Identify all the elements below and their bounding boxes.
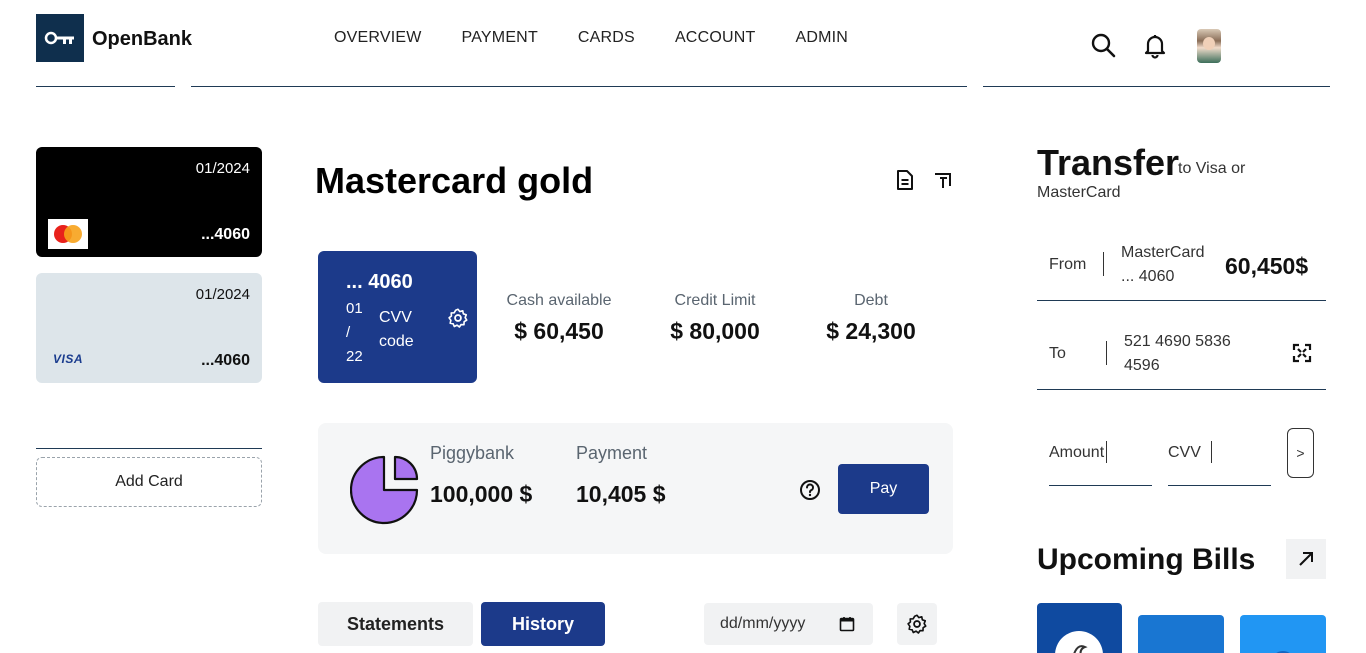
divider [1106, 341, 1107, 365]
pie-chart-icon [350, 455, 419, 525]
bill-logo-icon [1055, 631, 1103, 653]
avatar[interactable] [1197, 29, 1221, 63]
text-cursor [1211, 441, 1212, 463]
bill-card[interactable] [1138, 615, 1224, 653]
arrow-up-right-icon[interactable] [1286, 539, 1326, 579]
header-divider [36, 86, 175, 87]
scan-icon[interactable] [1292, 343, 1312, 368]
pay-button[interactable]: Pay [838, 464, 929, 514]
add-card-button[interactable]: Add Card [36, 457, 262, 507]
tab-history[interactable]: History [481, 602, 605, 646]
cvv-input[interactable]: CVV [1168, 444, 1201, 462]
stat-debt: Debt $ 24,300 [812, 292, 930, 345]
divider [36, 448, 262, 449]
bill-logo-icon [1276, 651, 1290, 653]
stat-label: Credit Limit [674, 292, 756, 309]
transfer-subtitle: to Visa or MasterCard [1037, 160, 1246, 201]
stat-label: Cash available [506, 292, 612, 309]
stat-value: $ 24,300 [826, 318, 916, 344]
date-input[interactable]: dd/mm/yyyy [704, 603, 873, 645]
amount-input[interactable]: Amount [1049, 444, 1104, 462]
tab-statements[interactable]: Statements [318, 602, 473, 646]
send-transfer-button[interactable]: > [1287, 428, 1314, 478]
search-icon[interactable] [1090, 32, 1116, 63]
calendar-icon[interactable] [839, 616, 855, 637]
divider [1037, 300, 1326, 301]
nav-account[interactable]: ACCOUNT [675, 29, 756, 47]
help-icon[interactable] [799, 479, 821, 506]
stat-value: $ 80,000 [670, 318, 760, 344]
card-cvv: CVV code [379, 309, 414, 350]
page-title: Mastercard gold [315, 160, 594, 201]
divider [1037, 389, 1326, 390]
card-number: ...4060 [201, 226, 250, 243]
app-name[interactable]: OpenBank [92, 28, 192, 51]
selected-card[interactable]: ... 4060 01 / 22 CVV code [318, 251, 477, 383]
settings-button[interactable] [897, 603, 937, 645]
expand-icon[interactable] [933, 170, 953, 190]
divider [1103, 252, 1104, 276]
card-mastercard[interactable]: 01/2024 ...4060 [36, 147, 262, 257]
gear-icon [907, 614, 927, 634]
date-placeholder: dd/mm/yyyy [720, 615, 806, 632]
mastercard-logo-icon [48, 219, 88, 249]
card-number: ... 4060 [346, 271, 413, 293]
nav-overview[interactable]: OVERVIEW [334, 29, 422, 47]
bills-title: Upcoming Bills [1037, 543, 1256, 576]
payment-label: Payment [576, 443, 648, 463]
nav-admin[interactable]: ADMIN [795, 29, 848, 47]
from-amount: 60,450$ [1225, 253, 1309, 279]
logo-icon[interactable] [36, 14, 84, 62]
text-cursor [1106, 441, 1107, 463]
to-label: To [1049, 345, 1066, 362]
visa-logo: VISA [53, 352, 84, 366]
card-expiry: 01 / 22 [346, 300, 363, 365]
card-visa[interactable]: 01/2024 VISA ...4060 [36, 273, 262, 383]
from-label: From [1049, 256, 1087, 273]
to-card-input[interactable]: 521 4690 5836 4596 [1124, 330, 1234, 378]
nav-payment[interactable]: PAYMENT [462, 29, 538, 47]
main-nav: OVERVIEW PAYMENT CARDS ACCOUNT ADMIN [334, 29, 848, 47]
card-number: ...4060 [201, 352, 250, 369]
bill-card[interactable] [1240, 615, 1326, 653]
card-expiry: 01/2024 [195, 286, 250, 303]
cvv-underline [1168, 485, 1271, 486]
header-divider [191, 86, 967, 87]
piggybank-label: Piggybank [430, 443, 515, 463]
stat-credit-limit: Credit Limit $ 80,000 [656, 292, 774, 345]
header-divider [983, 86, 1330, 87]
stat-label: Debt [854, 292, 888, 309]
bell-icon[interactable] [1143, 33, 1167, 64]
payment-value: 10,405 $ [576, 481, 666, 507]
gear-icon[interactable] [447, 307, 469, 334]
amount-underline [1049, 485, 1152, 486]
stat-value: $ 60,450 [514, 318, 604, 344]
piggybank-value: 100,000 $ [430, 481, 533, 507]
nav-cards[interactable]: CARDS [578, 29, 635, 47]
stat-cash-available: Cash available $ 60,450 [500, 292, 618, 345]
document-icon[interactable] [895, 169, 915, 191]
from-card[interactable]: MasterCard ... 4060 [1121, 241, 1221, 289]
card-expiry: 01/2024 [195, 160, 250, 177]
bill-card[interactable] [1037, 603, 1122, 653]
